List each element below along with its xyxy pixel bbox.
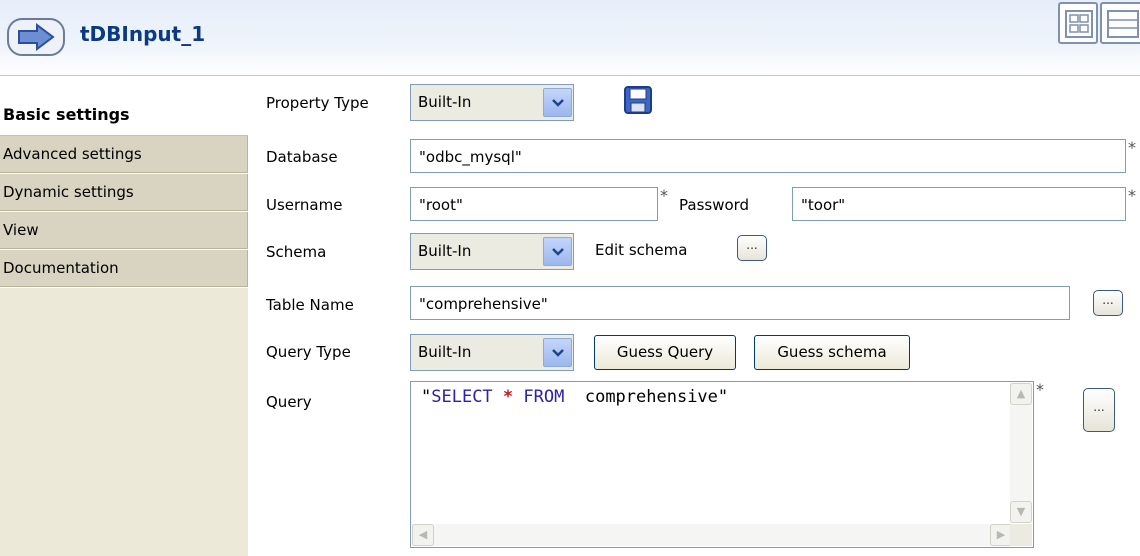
guess-schema-button[interactable]: Guess schema: [754, 335, 910, 370]
tab-view[interactable]: View: [0, 212, 248, 249]
scrollbar-corner: [1010, 524, 1032, 546]
scroll-up-icon[interactable]: ▲: [1010, 383, 1032, 405]
password-input[interactable]: "toor": [792, 187, 1126, 221]
tab-documentation[interactable]: Documentation: [0, 250, 248, 287]
query-type-label: Query Type: [266, 343, 351, 361]
property-type-label: Property Type: [266, 94, 369, 112]
grid-view-icon: [1065, 10, 1093, 38]
edit-schema-button[interactable]: ...: [737, 235, 767, 261]
username-required-mark: *: [660, 186, 668, 205]
username-input[interactable]: "root": [410, 187, 658, 221]
password-label: Password: [679, 196, 750, 214]
query-required-mark: *: [1036, 380, 1044, 399]
guess-query-button[interactable]: Guess Query: [594, 335, 736, 370]
query-label: Query: [266, 393, 312, 411]
database-label: Database: [266, 148, 338, 166]
list-view-icon: [1107, 10, 1139, 38]
arrow-right-icon: [7, 18, 65, 56]
chevron-down-icon: [543, 237, 572, 266]
query-type-value: Built-In: [418, 343, 472, 361]
component-title: tDBInput_1: [80, 22, 206, 46]
edit-schema-label: Edit schema: [595, 241, 688, 259]
list-view-button[interactable]: [1100, 2, 1140, 44]
save-icon[interactable]: [623, 86, 653, 114]
query-keyword-select: SELECT: [431, 387, 493, 407]
database-input[interactable]: "odbc_mysql": [410, 139, 1126, 173]
property-type-value: Built-In: [418, 93, 472, 111]
tab-advanced-settings[interactable]: Advanced settings: [0, 136, 248, 173]
query-horizontal-scrollbar[interactable]: ◀ ▶: [412, 524, 1012, 546]
scroll-down-icon[interactable]: ▼: [1010, 501, 1032, 523]
property-type-select[interactable]: Built-In: [410, 84, 574, 121]
password-required-mark: *: [1128, 186, 1136, 205]
scroll-left-icon[interactable]: ◀: [412, 524, 434, 546]
query-keyword-from: FROM: [523, 387, 565, 407]
schema-value: Built-In: [418, 242, 472, 260]
tabs-filler: [0, 288, 248, 556]
tab-basic-settings[interactable]: Basic settings: [0, 76, 248, 136]
schema-select[interactable]: Built-In: [410, 233, 574, 270]
scroll-right-icon[interactable]: ▶: [990, 524, 1012, 546]
query-star: *: [502, 387, 514, 407]
grid-view-button[interactable]: [1058, 2, 1098, 44]
username-label: Username: [266, 196, 343, 214]
tab-dynamic-settings[interactable]: Dynamic settings: [0, 174, 248, 211]
query-type-select[interactable]: Built-In: [410, 334, 574, 371]
table-name-input[interactable]: "comprehensive": [410, 286, 1070, 320]
schema-label: Schema: [266, 243, 327, 261]
chevron-down-icon: [543, 88, 572, 117]
settings-tab-list: Basic settings Advanced settings Dynamic…: [0, 76, 248, 556]
component-header: tDBInput_1: [0, 0, 1140, 76]
query-editor-button[interactable]: ...: [1083, 388, 1115, 432]
query-table-text: comprehensive": [564, 387, 729, 407]
table-name-label: Table Name: [266, 296, 354, 314]
table-name-browse-button[interactable]: ...: [1093, 290, 1123, 316]
query-open-quote: ": [421, 387, 432, 407]
query-editor[interactable]: "SELECT * FROM comprehensive" ▲ ▼ ◀ ▶: [410, 381, 1034, 548]
query-vertical-scrollbar[interactable]: ▲ ▼: [1010, 383, 1032, 523]
database-required-mark: *: [1128, 138, 1136, 157]
chevron-down-icon: [543, 338, 572, 367]
query-text: "SELECT * FROM comprehensive": [421, 387, 728, 407]
